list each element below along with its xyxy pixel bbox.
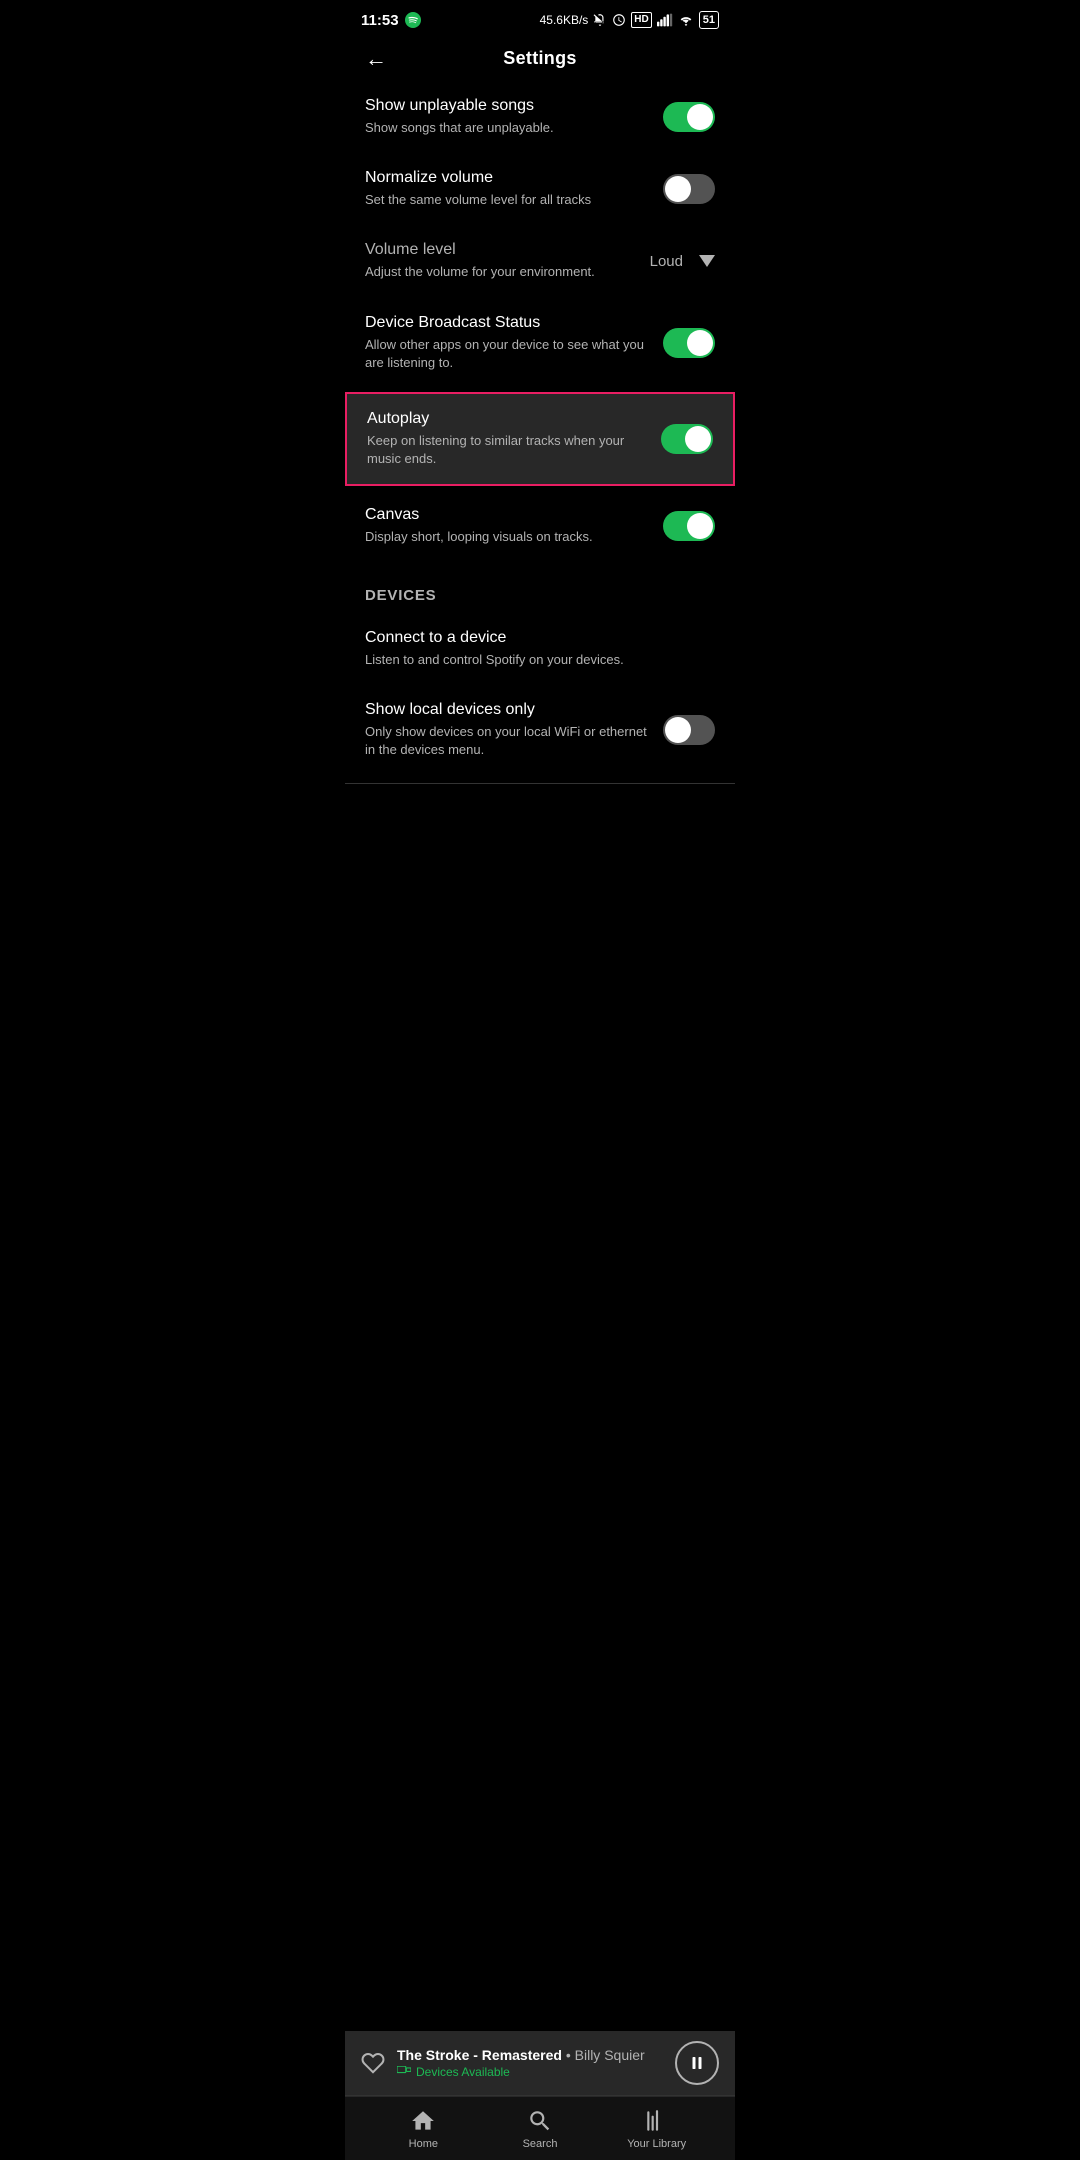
devices-section-title: Devices: [365, 587, 436, 604]
volume-level-value: Loud: [650, 253, 683, 270]
library-icon: [644, 2108, 670, 2134]
settings-item-title: Canvas: [365, 506, 647, 524]
hd-badge: HD: [631, 12, 651, 28]
pause-button[interactable]: [675, 2041, 719, 2085]
alarm-icon: [612, 13, 626, 27]
mute-icon: [593, 13, 607, 27]
settings-item-connect-device[interactable]: Connect to a device Listen to and contro…: [345, 613, 735, 685]
settings-item-content: Show local devices only Only show device…: [365, 701, 663, 759]
settings-item-content: Volume level Adjust the volume for your …: [365, 241, 650, 281]
settings-item-content: Autoplay Keep on listening to similar tr…: [367, 410, 661, 468]
nav-item-search[interactable]: Search: [482, 2108, 599, 2150]
settings-scroll-content: Show unplayable songs Show songs that ar…: [345, 81, 735, 932]
settings-item-content: Canvas Display short, looping visuals on…: [365, 506, 663, 546]
settings-item-title: Show unplayable songs: [365, 97, 647, 115]
settings-item-local-devices: Show local devices only Only show device…: [345, 685, 735, 775]
status-time: 11:53: [361, 12, 399, 29]
wifi-icon: [678, 13, 694, 27]
toggle-canvas[interactable]: [663, 511, 715, 541]
spotify-icon: [405, 12, 421, 28]
settings-item-desc: Listen to and control Spotify on your de…: [365, 651, 699, 669]
divider: [345, 783, 735, 784]
search-icon: [527, 2108, 553, 2134]
now-playing-device: Devices Available: [397, 2065, 645, 2079]
status-icons: 45.6KB/s HD 51: [540, 11, 719, 29]
settings-item-desc: Allow other apps on your device to see w…: [365, 336, 647, 372]
settings-item-canvas: Canvas Display short, looping visuals on…: [345, 490, 735, 562]
settings-item-autoplay: Autoplay Keep on listening to similar tr…: [345, 392, 735, 486]
settings-item-title: Connect to a device: [365, 629, 699, 647]
settings-item-title: Show local devices only: [365, 701, 647, 719]
settings-item-device-broadcast: Device Broadcast Status Allow other apps…: [345, 298, 735, 388]
volume-arrow-icon: [699, 255, 715, 267]
settings-item-content: Connect to a device Listen to and contro…: [365, 629, 715, 669]
settings-item-desc: Keep on listening to similar tracks when…: [367, 432, 645, 468]
toggle-device-broadcast[interactable]: [663, 328, 715, 358]
status-bar: 11:53 45.6KB/s HD 51: [345, 0, 735, 36]
settings-item-desc: Set the same volume level for all tracks: [365, 191, 647, 209]
pause-icon: [688, 2054, 706, 2072]
signal-icon: [657, 13, 673, 27]
heart-icon[interactable]: [361, 2051, 385, 2075]
settings-item-desc: Only show devices on your local WiFi or …: [365, 723, 647, 759]
now-playing-track: The Stroke - Remastered • Billy Squier: [397, 2047, 645, 2063]
settings-item-title: Volume level: [365, 241, 634, 259]
volume-value-container: Loud: [650, 253, 715, 270]
settings-header: ← Settings: [345, 36, 735, 81]
settings-item-content: Device Broadcast Status Allow other apps…: [365, 314, 663, 372]
device-screen-icon: [397, 2066, 411, 2078]
battery-level: 51: [703, 14, 715, 26]
settings-item-desc: Display short, looping visuals on tracks…: [365, 528, 647, 546]
nav-label-search: Search: [523, 2138, 558, 2150]
settings-item-title: Autoplay: [367, 410, 645, 428]
page-title: Settings: [503, 48, 576, 69]
toggle-show-unplayable[interactable]: [663, 102, 715, 132]
settings-item-title: Normalize volume: [365, 169, 647, 187]
settings-item-desc: Adjust the volume for your environment.: [365, 263, 634, 281]
battery-icon: 51: [699, 11, 719, 29]
toggle-normalize[interactable]: [663, 174, 715, 204]
nav-item-library[interactable]: Your Library: [598, 2108, 715, 2150]
now-playing-info: The Stroke - Remastered • Billy Squier D…: [397, 2047, 645, 2079]
nav-label-home: Home: [409, 2138, 438, 2150]
now-playing-left: The Stroke - Remastered • Billy Squier D…: [361, 2047, 645, 2079]
devices-section-header: Devices: [345, 563, 735, 613]
now-playing-bar: The Stroke - Remastered • Billy Squier D…: [345, 2031, 735, 2096]
settings-item-title: Device Broadcast Status: [365, 314, 647, 332]
bottom-nav: Home Search Your Library: [345, 2096, 735, 2160]
back-button[interactable]: ←: [365, 46, 387, 72]
settings-item-content: Normalize volume Set the same volume lev…: [365, 169, 663, 209]
settings-item-content: Show unplayable songs Show songs that ar…: [365, 97, 663, 137]
settings-item-normalize: Normalize volume Set the same volume lev…: [345, 153, 735, 225]
settings-item-volume-level[interactable]: Volume level Adjust the volume for your …: [345, 225, 735, 297]
nav-item-home[interactable]: Home: [365, 2108, 482, 2150]
settings-item-show-unplayable: Show unplayable songs Show songs that ar…: [345, 81, 735, 153]
toggle-local-devices[interactable]: [663, 715, 715, 745]
toggle-autoplay[interactable]: [661, 424, 713, 454]
settings-item-desc: Show songs that are unplayable.: [365, 119, 647, 137]
home-icon: [410, 2108, 436, 2134]
network-speed: 45.6KB/s: [540, 13, 589, 27]
nav-label-library: Your Library: [627, 2138, 686, 2150]
